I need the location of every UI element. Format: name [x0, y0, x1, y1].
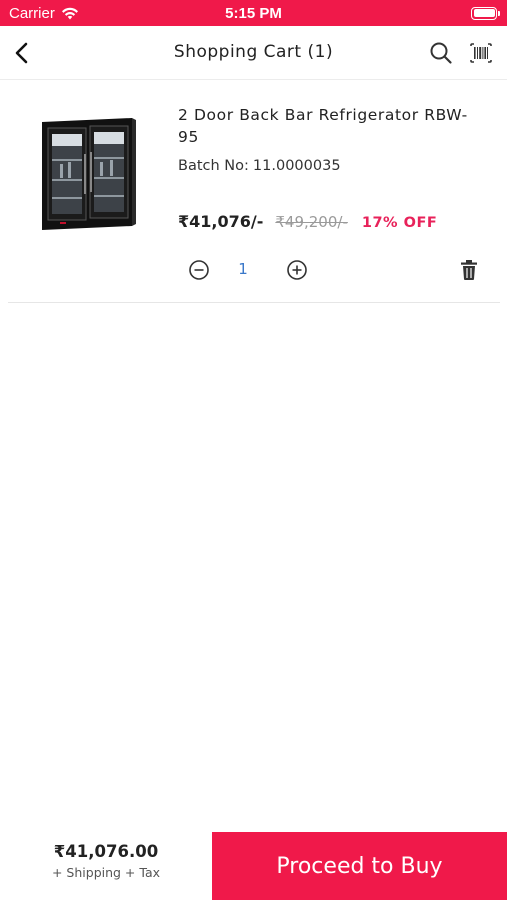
- plus-circle-icon: [287, 260, 307, 280]
- navigation-bar: Shopping Cart (1): [0, 26, 507, 80]
- status-left: Carrier: [9, 5, 79, 22]
- total-summary: ₹41,076.00 + Shipping + Tax: [0, 832, 212, 900]
- battery-level: [473, 9, 495, 17]
- discount-badge: 17% OFF: [361, 215, 438, 231]
- original-price: ₹49,200/-: [275, 213, 348, 231]
- search-icon: [430, 42, 452, 64]
- batch-label: Batch No:: [178, 158, 249, 174]
- decrease-quantity-button[interactable]: [188, 259, 210, 281]
- barcode-scan-button[interactable]: [468, 40, 494, 66]
- product-image[interactable]: [38, 114, 136, 234]
- minus-circle-icon: [189, 260, 209, 280]
- total-note: + Shipping + Tax: [51, 865, 161, 880]
- status-bar: Carrier 5:15 PM: [0, 0, 507, 26]
- total-amount: ₹41,076.00: [53, 842, 159, 861]
- batch-value: 11.0000035: [252, 158, 341, 174]
- cart-item: 2 Door Back Bar Refrigerator RBW-95 Batc…: [8, 80, 500, 303]
- delete-item-button[interactable]: [458, 258, 480, 282]
- wifi-icon: [61, 7, 78, 19]
- barcode-scan-icon: [470, 43, 492, 63]
- trash-icon: [461, 260, 477, 280]
- price-row: ₹41,076/- ₹49,200/- 17% OFF: [178, 212, 437, 231]
- quantity-value: 1: [238, 260, 248, 278]
- batch-number: Batch No: 11.0000035: [178, 158, 341, 174]
- product-name[interactable]: 2 Door Back Bar Refrigerator RBW-95: [178, 104, 478, 148]
- search-button[interactable]: [428, 40, 454, 66]
- checkout-footer: ₹41,076.00 + Shipping + Tax Proceed to B…: [0, 832, 507, 900]
- selling-price: ₹41,076/-: [178, 212, 264, 231]
- proceed-to-buy-button[interactable]: Proceed to Buy: [212, 832, 507, 900]
- carrier-label: Carrier: [9, 4, 55, 22]
- refrigerator-image: [42, 118, 136, 230]
- battery-icon: [471, 6, 500, 20]
- increase-quantity-button[interactable]: [286, 259, 308, 281]
